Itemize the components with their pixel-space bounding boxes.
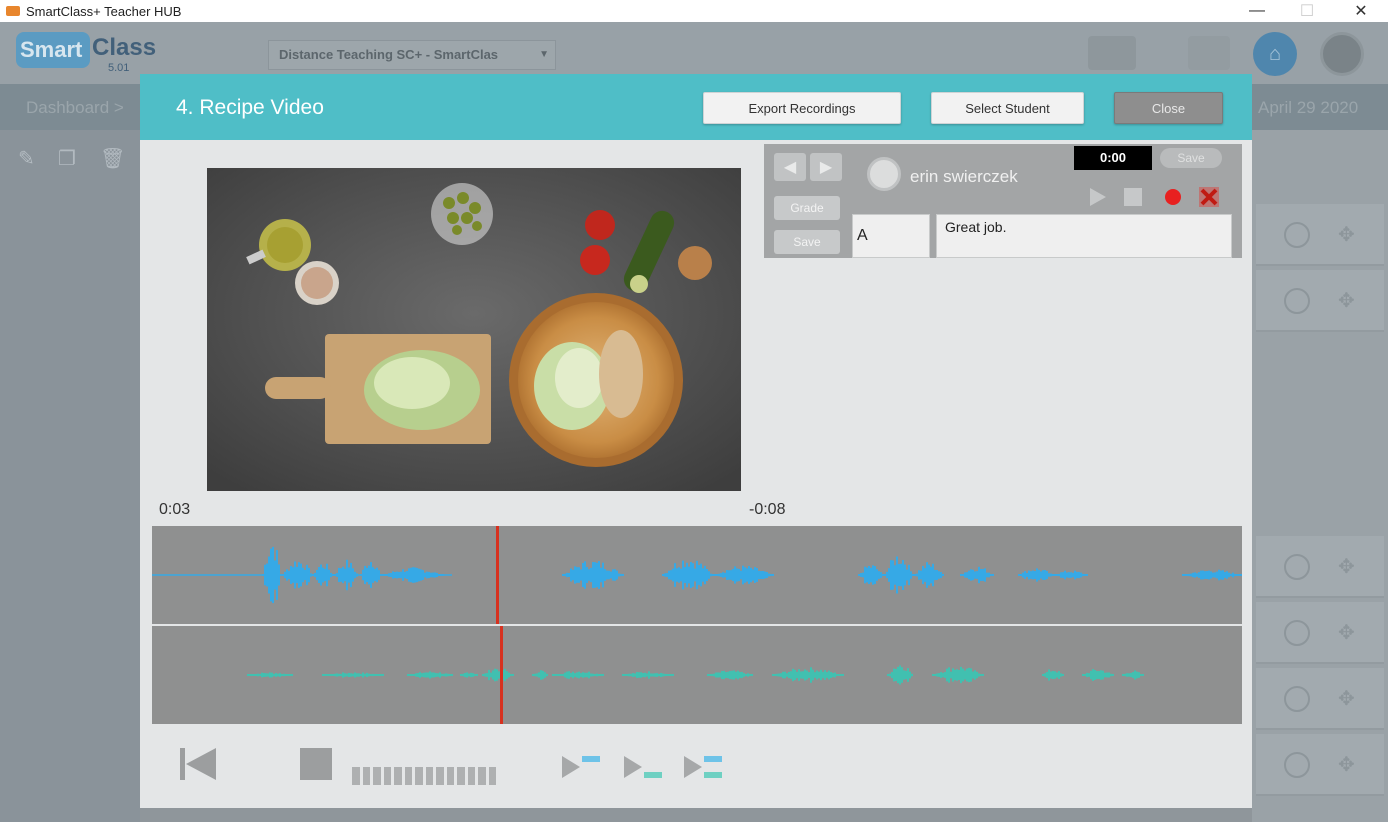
waveform-blue bbox=[152, 546, 1242, 604]
video-frame bbox=[207, 168, 741, 491]
logo-smart-text: Smart bbox=[16, 32, 90, 68]
list-item[interactable]: ✥ bbox=[1256, 204, 1384, 266]
maximize-button[interactable]: ☐ bbox=[1284, 0, 1330, 22]
home-icon: ⌂ bbox=[1268, 42, 1282, 65]
clock-icon bbox=[1284, 222, 1310, 248]
clock-icon bbox=[1284, 620, 1310, 646]
comment-input[interactable]: Great job. bbox=[936, 214, 1232, 258]
play-both-icon[interactable] bbox=[684, 754, 724, 780]
record-icon[interactable] bbox=[1162, 186, 1184, 208]
play-original-icon[interactable] bbox=[562, 754, 602, 780]
list-item[interactable]: ✥ bbox=[1256, 668, 1384, 730]
course-select[interactable]: Distance Teaching SC+ - SmartClas ▼ bbox=[268, 40, 556, 70]
delete-recording-icon[interactable] bbox=[1198, 186, 1220, 208]
move-icon: ✥ bbox=[1338, 622, 1355, 644]
playhead[interactable] bbox=[496, 526, 500, 624]
clock-icon bbox=[1284, 752, 1310, 778]
course-select-value: Distance Teaching SC+ - SmartClas bbox=[279, 47, 499, 62]
play-recording-icon[interactable] bbox=[624, 754, 664, 780]
app-version: 5.01 bbox=[108, 62, 130, 74]
trash-icon[interactable]: 🗑 bbox=[100, 146, 125, 170]
minimize-button[interactable]: — bbox=[1234, 0, 1280, 22]
breadcrumb[interactable]: Dashboard > bbox=[26, 98, 124, 118]
modal-title: 4. Recipe Video bbox=[176, 96, 324, 119]
student-avatar bbox=[867, 157, 901, 191]
student-name: erin swierczek bbox=[910, 167, 1018, 186]
recording-timer: 0:00 bbox=[1074, 146, 1152, 170]
recording-save-button[interactable]: Save bbox=[1160, 148, 1222, 168]
stop-icon[interactable] bbox=[1122, 186, 1144, 208]
next-student-button[interactable]: ▶ bbox=[810, 153, 842, 181]
stop-playback-icon[interactable] bbox=[300, 746, 332, 782]
select-student-button[interactable]: Select Student bbox=[931, 92, 1084, 124]
user-avatar-button[interactable] bbox=[1320, 32, 1364, 76]
recording-modal: 4. Recipe Video Export Recordings Select… bbox=[140, 74, 1252, 808]
arrow-left-icon: ◀ bbox=[783, 159, 797, 176]
time-remaining: -0:08 bbox=[749, 501, 786, 518]
export-recordings-button[interactable]: Export Recordings bbox=[703, 92, 901, 124]
close-modal-button[interactable]: Close bbox=[1114, 92, 1223, 124]
move-icon: ✥ bbox=[1338, 224, 1355, 246]
grade-button[interactable]: Grade bbox=[774, 196, 840, 220]
close-window-button[interactable]: ✕ bbox=[1338, 0, 1384, 22]
time-current: 0:03 bbox=[159, 501, 191, 518]
clock-icon bbox=[1284, 554, 1310, 580]
window-title: SmartClass+ Teacher HUB bbox=[26, 3, 182, 19]
save-grade-button[interactable]: Save bbox=[774, 230, 840, 254]
date-label: April 29 2020 bbox=[1258, 98, 1359, 117]
skip-to-start-icon[interactable] bbox=[180, 746, 218, 782]
copy-icon[interactable]: ❐ bbox=[58, 146, 82, 170]
list-item[interactable]: ✥ bbox=[1256, 270, 1384, 332]
play-icon[interactable] bbox=[1086, 186, 1108, 208]
audio-track-recording[interactable] bbox=[152, 626, 1242, 724]
logo-class-text: Class bbox=[92, 34, 157, 61]
move-icon: ✥ bbox=[1338, 754, 1355, 776]
volume-meter bbox=[352, 767, 496, 785]
clock-icon bbox=[1284, 288, 1310, 314]
move-icon: ✥ bbox=[1338, 290, 1355, 312]
grade-input[interactable] bbox=[852, 214, 930, 258]
window-titlebar: SmartClass+ Teacher HUB — ☐ ✕ bbox=[0, 0, 1394, 22]
chevron-down-icon: ▼ bbox=[539, 49, 549, 60]
grading-panel: ◀ ▶ Grade Save erin swierczek 0:00 Save … bbox=[764, 144, 1242, 258]
audio-track-original[interactable] bbox=[152, 526, 1242, 624]
list-item[interactable]: ✥ bbox=[1256, 734, 1384, 796]
modal-header: 4. Recipe Video Export Recordings Select… bbox=[140, 74, 1252, 140]
smartclass-logo: Smart Class 5.01 bbox=[16, 32, 156, 78]
list-item[interactable]: ✥ bbox=[1256, 602, 1384, 664]
playhead[interactable] bbox=[500, 626, 504, 724]
waveform-teal bbox=[247, 665, 1144, 685]
header-search-button[interactable] bbox=[1188, 36, 1230, 70]
clock-icon bbox=[1284, 686, 1310, 712]
home-button[interactable]: ⌂ bbox=[1253, 32, 1297, 76]
pencil-icon[interactable]: ✎ bbox=[18, 146, 42, 170]
left-panel bbox=[0, 130, 140, 822]
previous-student-button[interactable]: ◀ bbox=[774, 153, 806, 181]
window-edge bbox=[1388, 22, 1394, 822]
move-icon: ✥ bbox=[1338, 688, 1355, 710]
video-player[interactable] bbox=[207, 168, 741, 491]
move-icon: ✥ bbox=[1338, 556, 1355, 578]
header-tool-button[interactable] bbox=[1088, 36, 1136, 70]
list-item[interactable]: ✥ bbox=[1256, 536, 1384, 598]
app-icon bbox=[6, 6, 20, 16]
arrow-right-icon: ▶ bbox=[819, 159, 833, 176]
